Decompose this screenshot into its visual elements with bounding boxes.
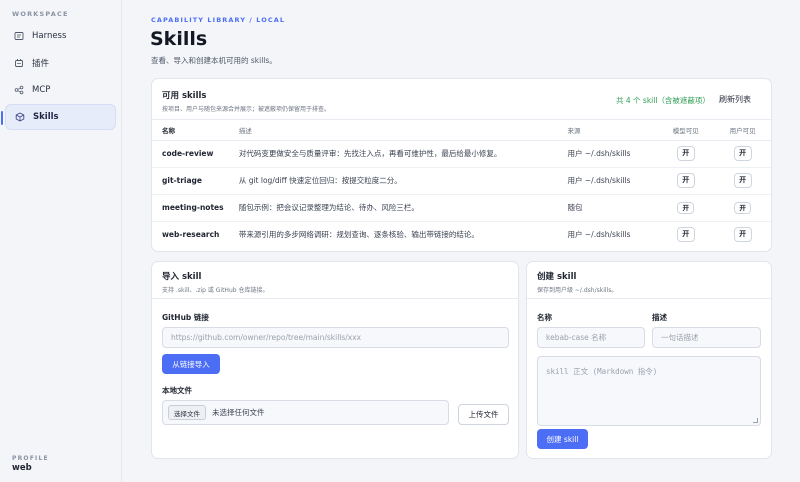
mcp-icon	[14, 85, 24, 95]
column-header-description: 描述	[238, 120, 568, 141]
page-title: Skills	[150, 28, 208, 50]
profile-label: PROFILE	[12, 455, 49, 462]
import-from-link-button[interactable]: 从链接导入	[162, 354, 220, 374]
skill-body-textarea[interactable]: skill 正文 (Markdown 指令)	[537, 356, 761, 426]
skill-name-label: 名称	[537, 313, 552, 322]
create-skill-card: 创建 skill 保存到用户级 ~/.dsh/skills。 名称 描述 keb…	[526, 261, 772, 459]
sidebar-item-harness[interactable]: Harness	[5, 23, 116, 49]
harness-icon	[14, 31, 24, 41]
table-header-row: 名称 描述 来源 模型可见 用户可见	[152, 120, 771, 141]
sidebar-item-label: 插件	[32, 59, 50, 69]
resize-handle-icon[interactable]	[753, 418, 758, 423]
skills-summary: 共 4 个 skill（含被遮蔽项）	[616, 96, 710, 105]
create-card-description: 保存到用户级 ~/.dsh/skills。	[537, 287, 618, 294]
user-visible-toggle[interactable]: 开	[734, 201, 751, 214]
page-subtitle: 查看、导入和创建本机可用的 skills。	[151, 56, 277, 65]
skill-source: 随包	[567, 194, 658, 222]
column-header-model-visible: 模型可见	[657, 120, 715, 141]
breadcrumb: CAPABILITY LIBRARY / LOCAL	[151, 16, 286, 24]
model-visible-toggle[interactable]: 开	[677, 201, 694, 214]
import-card-description: 支持 .skill、.zip 或 GitHub 仓库链接。	[162, 287, 269, 294]
sidebar-item-label: MCP	[32, 85, 51, 95]
skill-name: git-triage	[152, 167, 239, 195]
workspace-label: WORKSPACE	[12, 10, 69, 18]
sidebar-item-skills[interactable]: Skills	[1, 104, 116, 130]
local-file-label: 本地文件	[162, 386, 192, 395]
no-file-text: 未选择任何文件	[212, 408, 265, 417]
skill-name: meeting-notes	[152, 194, 239, 222]
table-row: code-review 对代码变更做安全与质量评审：先找注入点，再看可维护性，最…	[152, 140, 771, 168]
skill-name-input[interactable]: kebab-case 名称	[537, 327, 645, 348]
model-visible-toggle[interactable]: 开	[676, 146, 695, 161]
sidebar-nav: Harness 插件 MCP Skills	[1, 23, 116, 131]
skill-body-placeholder: skill 正文 (Markdown 指令)	[546, 367, 658, 376]
skill-description: 从 git log/diff 快速定位回归：按提交粒度二分。	[238, 167, 568, 195]
sidebar-item-mcp[interactable]: MCP	[5, 77, 116, 103]
table-row: web-research 带来源引用的多步网络调研：规划查询、逐条核验、输出带链…	[152, 221, 771, 248]
create-card-title: 创建 skill	[537, 272, 577, 282]
create-card-header: 创建 skill 保存到用户级 ~/.dsh/skills。	[527, 262, 771, 299]
skills-card-header: 可用 skills 按项目、用户与随包来源合并展示；被遮蔽项仍保留用于排查。 共…	[152, 79, 771, 120]
import-skill-card: 导入 skill 支持 .skill、.zip 或 GitHub 仓库链接。 G…	[151, 261, 519, 459]
skill-desc-label: 描述	[652, 313, 667, 322]
sidebar-item-label: Harness	[32, 31, 67, 41]
skill-source: 用户 ~/.dsh/skills	[567, 167, 658, 195]
create-skill-button[interactable]: 创建 skill	[537, 429, 588, 449]
github-link-label: GitHub 链接	[162, 313, 209, 322]
table-row: meeting-notes 随包示例：把会议记录整理为结论、待办、风险三栏。 随…	[152, 194, 771, 222]
choose-file-button[interactable]: 选择文件	[168, 405, 206, 420]
column-header-user-visible: 用户可见	[714, 120, 771, 141]
user-visible-toggle[interactable]: 开	[733, 173, 752, 188]
file-picker[interactable]: 选择文件 未选择任何文件	[162, 400, 449, 425]
skills-icon	[15, 112, 25, 122]
skill-description: 带来源引用的多步网络调研：规划查询、逐条核验、输出带链接的结论。	[238, 230, 479, 240]
upload-file-button[interactable]: 上传文件	[458, 404, 509, 425]
user-visible-toggle[interactable]: 开	[733, 227, 752, 243]
skill-name: code-review	[152, 140, 239, 168]
skill-source: 用户 ~/.dsh/skills	[567, 230, 631, 240]
plugin-icon	[14, 58, 24, 68]
profile-name[interactable]: web	[12, 463, 32, 473]
skill-description: 对代码变更做安全与质量评审：先找注入点，再看可维护性，最后给最小修复。	[238, 140, 568, 168]
user-visible-toggle[interactable]: 开	[733, 146, 752, 161]
model-visible-toggle[interactable]: 开	[676, 227, 695, 243]
column-header-source: 来源	[567, 120, 658, 141]
model-visible-toggle[interactable]: 开	[676, 173, 695, 188]
skill-name: web-research	[162, 230, 220, 240]
github-link-input[interactable]: https://github.com/owner/repo/tree/main/…	[162, 327, 509, 348]
skill-description-input[interactable]: 一句话描述	[652, 327, 761, 348]
skill-description: 随包示例：把会议记录整理为结论、待办、风险三栏。	[238, 194, 568, 222]
sidebar: WORKSPACE Harness 插件 MCP Skills PROFILE …	[0, 0, 122, 482]
import-card-header: 导入 skill 支持 .skill、.zip 或 GitHub 仓库链接。	[152, 262, 518, 299]
table-row: git-triage 从 git log/diff 快速定位回归：按提交粒度二分…	[152, 167, 771, 195]
import-card-title: 导入 skill	[162, 272, 202, 282]
refresh-button[interactable]: 刷新列表	[713, 91, 757, 108]
skills-table: 名称 描述 来源 模型可见 用户可见 code-review 对代码变更做安全与…	[152, 120, 771, 248]
sidebar-item-plugins[interactable]: 插件	[5, 50, 116, 76]
skill-source: 用户 ~/.dsh/skills	[567, 140, 658, 168]
skills-list-card: 可用 skills 按项目、用户与随包来源合并展示；被遮蔽项仍保留用于排查。 共…	[151, 78, 772, 252]
column-header-name: 名称	[152, 120, 239, 141]
main-content: CAPABILITY LIBRARY / LOCAL Skills 查看、导入和…	[123, 0, 800, 482]
sidebar-item-label: Skills	[33, 112, 59, 122]
